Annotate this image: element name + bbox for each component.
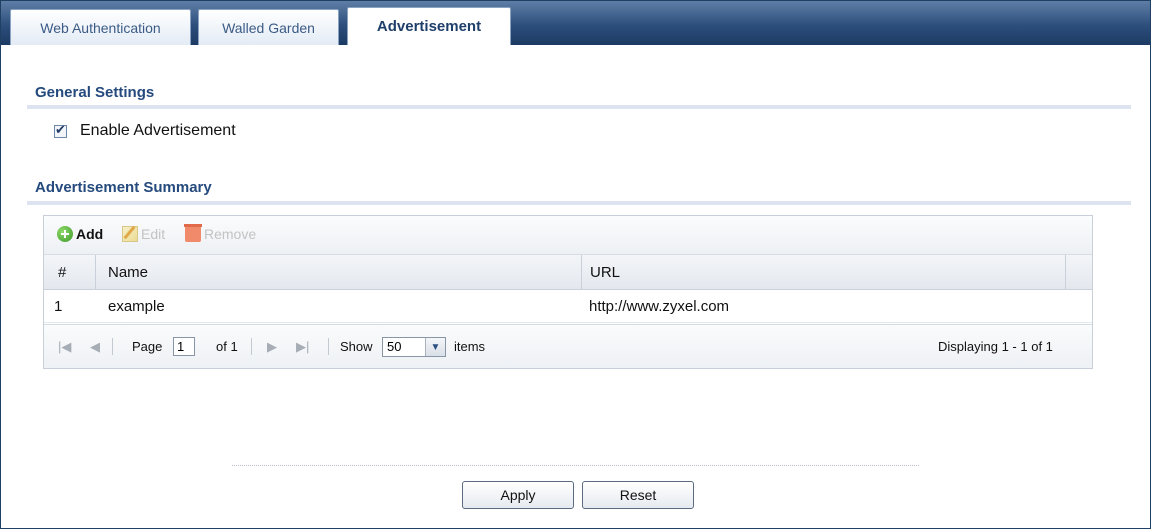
row-name: example — [108, 297, 165, 315]
pager-separator — [251, 338, 252, 355]
tab-web-authentication[interactable]: Web Authentication — [10, 9, 191, 45]
advertisement-summary-divider — [27, 201, 1131, 205]
page-label: Page — [132, 339, 163, 354]
table-pager: |◀ ◀ Page 1 of 1 ▶ ▶| Show 50 ▼ items Di… — [44, 324, 1092, 368]
row-index: 1 — [54, 297, 63, 315]
last-page-icon[interactable]: ▶| — [296, 325, 309, 368]
first-page-icon[interactable]: |◀ — [58, 325, 71, 368]
chevron-down-icon[interactable]: ▼ — [425, 338, 445, 356]
next-page-icon[interactable]: ▶ — [267, 325, 277, 368]
edit-button[interactable]: Edit — [122, 226, 165, 242]
page-count-label: of 1 — [216, 339, 238, 354]
column-header-index[interactable]: # — [58, 255, 98, 289]
show-label: Show — [340, 339, 373, 354]
pager-separator — [112, 338, 113, 355]
add-icon — [57, 226, 73, 242]
row-url: http://www.zyxel.com — [589, 297, 730, 315]
enable-advertisement-label: Enable Advertisement — [80, 122, 236, 139]
checkmark-icon: ✔ — [55, 121, 66, 137]
items-label: items — [454, 339, 486, 354]
remove-label: Remove — [204, 226, 257, 242]
trash-icon — [184, 224, 202, 242]
prev-page-icon[interactable]: ◀ — [90, 325, 100, 368]
apply-button[interactable]: Apply — [462, 481, 574, 509]
table-row[interactable]: 1 example http://www.zyxel.com — [44, 290, 1092, 323]
pager-separator — [328, 338, 329, 355]
advertisement-panel: Web Authentication Walled Garden Adverti… — [0, 0, 1151, 529]
table-header: # Name URL — [44, 255, 1092, 290]
tab-advertisement[interactable]: Advertisement — [347, 7, 511, 45]
items-per-page-value: 50 — [387, 339, 402, 354]
general-settings-title: General Settings — [35, 84, 155, 101]
displaying-count: Displaying 1 - 1 of 1 — [938, 339, 1053, 354]
column-header-name[interactable]: Name — [95, 255, 581, 289]
reset-button[interactable]: Reset — [582, 481, 694, 509]
advertisement-table: Add Edit Remove # Name URL 1 example htt… — [43, 215, 1093, 369]
tab-bar: Web Authentication Walled Garden Adverti… — [1, 1, 1150, 45]
enable-advertisement-checkbox[interactable]: ✔ — [54, 121, 67, 138]
footer-divider — [232, 465, 919, 466]
table-toolbar: Add Edit Remove — [44, 216, 1092, 255]
edit-label: Edit — [141, 226, 166, 242]
page-number-input[interactable]: 1 — [173, 337, 195, 356]
remove-button[interactable]: Remove — [184, 224, 257, 242]
items-per-page-select[interactable]: 50 ▼ — [382, 337, 446, 357]
general-settings-divider — [27, 105, 1131, 109]
column-header-spacer — [1065, 255, 1092, 289]
enable-advertisement-row: ✔ Enable Advertisement — [54, 122, 236, 140]
edit-icon — [122, 226, 138, 242]
column-header-url[interactable]: URL — [581, 255, 1065, 289]
tab-walled-garden[interactable]: Walled Garden — [198, 9, 339, 45]
add-button[interactable]: Add — [57, 226, 103, 242]
add-label: Add — [76, 226, 104, 242]
advertisement-summary-title: Advertisement Summary — [35, 179, 212, 196]
